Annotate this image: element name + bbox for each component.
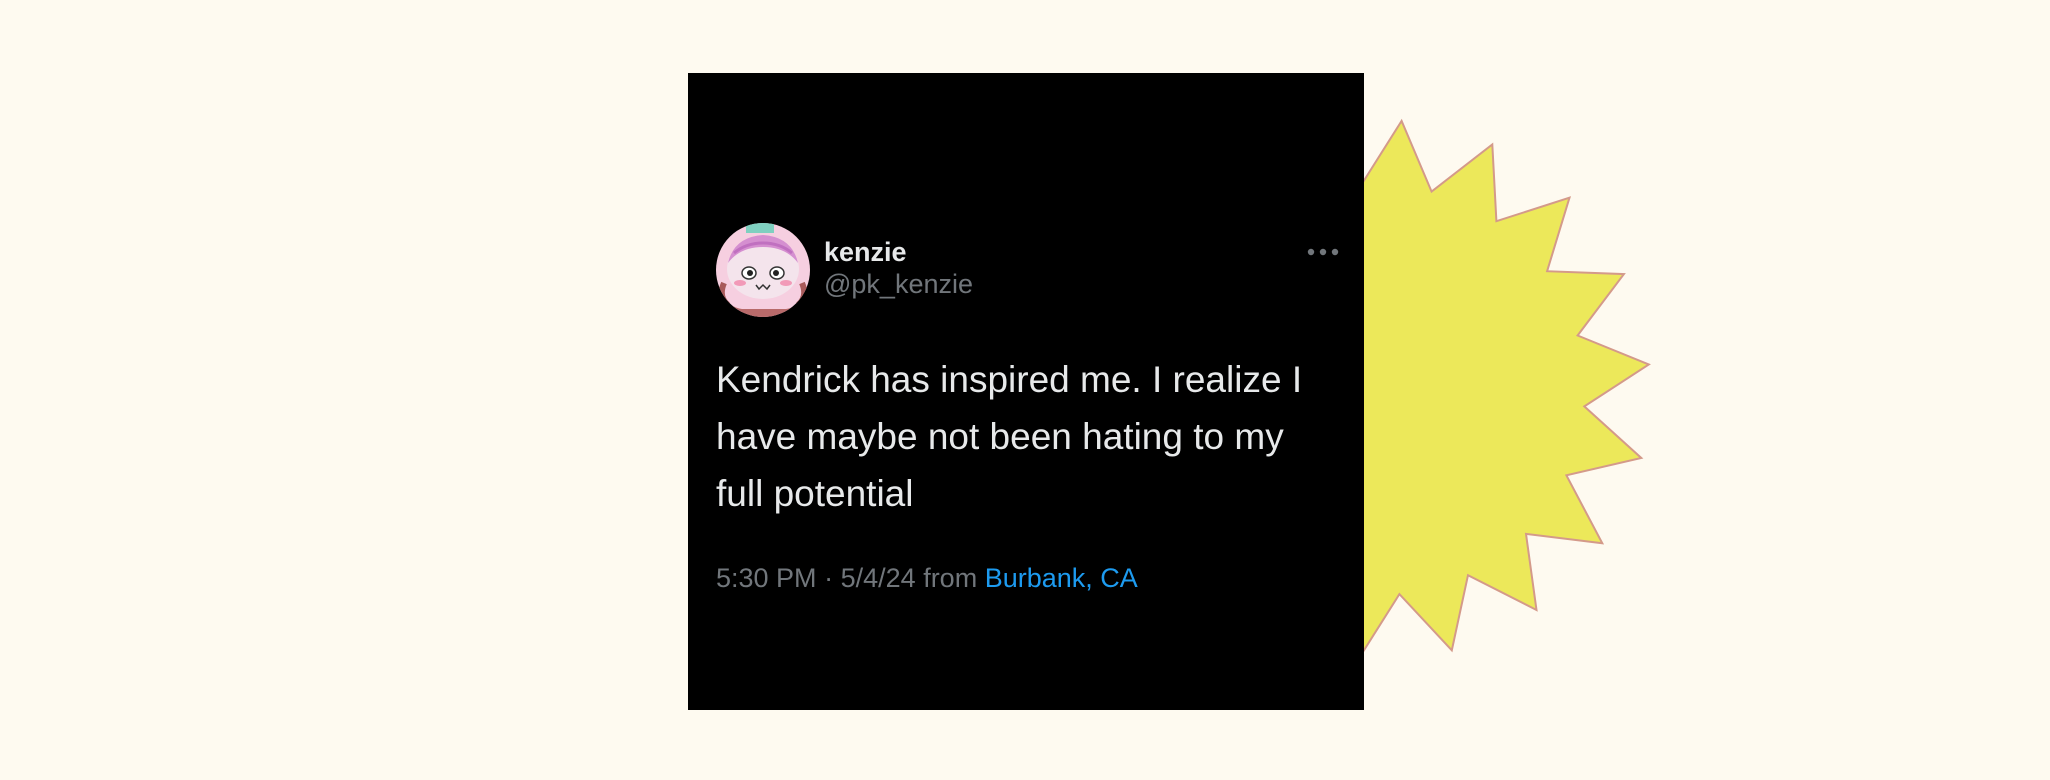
tweet-time[interactable]: 5:30 PM	[716, 563, 817, 593]
author-name[interactable]: kenzie	[824, 237, 907, 267]
tweet-card: kenzie @pk_kenzie Kendrick has inspired …	[688, 73, 1364, 710]
tweet-date[interactable]: 5/4/24	[841, 563, 916, 593]
meta-separator: ·	[824, 563, 834, 593]
avatar[interactable]	[716, 223, 810, 317]
cartoon-character-avatar	[716, 223, 810, 317]
from-label: from	[923, 563, 978, 593]
tweet-location-link[interactable]: Burbank, CA	[985, 563, 1138, 593]
more-options-icon[interactable]	[1306, 245, 1340, 259]
tweet-metadata: 5:30 PM · 5/4/24 from Burbank, CA	[716, 561, 1138, 595]
tweet-text: Kendrick has inspired me. I realize I ha…	[716, 359, 1303, 514]
author-handle[interactable]: @pk_kenzie	[824, 269, 973, 299]
